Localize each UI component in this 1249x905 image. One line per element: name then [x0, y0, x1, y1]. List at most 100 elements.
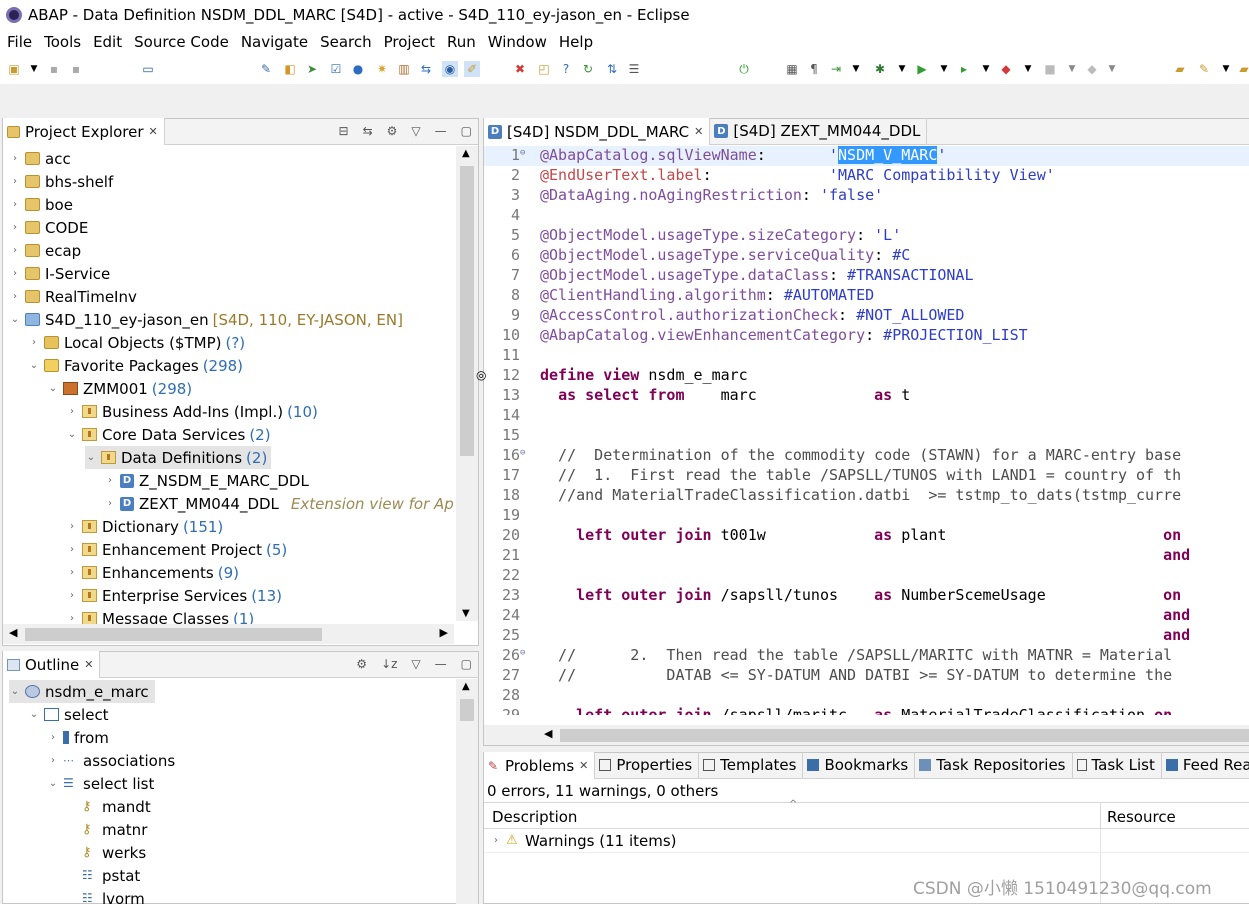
list-icon[interactable]: ☰	[626, 61, 642, 77]
terminate-icon[interactable]: ■	[1042, 61, 1058, 77]
horizontal-scrollbar[interactable]: ◀ ▶	[3, 624, 454, 644]
chevron-right-icon[interactable]: ›	[9, 222, 21, 233]
tab-task-repositories[interactable]: Task Repositories	[915, 752, 1072, 778]
chevron-down-icon[interactable]: ⌄	[9, 686, 21, 697]
view-menu-icon[interactable]: ▽	[411, 657, 420, 671]
chevron-right-icon[interactable]: ›	[9, 199, 21, 210]
code-line[interactable]: 24 and	[484, 606, 1249, 626]
link-editor-icon[interactable]: ⇆	[363, 124, 373, 138]
tab-task-list[interactable]: Task List	[1073, 752, 1162, 778]
tree-item-boe[interactable]: ›boe	[9, 193, 73, 216]
tab-bookmarks[interactable]: Bookmarks	[803, 752, 915, 778]
code-line[interactable]: 29 left outer join /sapsll/maritc as Mat…	[484, 706, 1249, 715]
code-line[interactable]: 21 and	[484, 546, 1249, 566]
chevron-right-icon[interactable]: ›	[66, 613, 78, 624]
tab-nsdm-ddl-marc[interactable]: D [S4D] NSDM_DDL_MARC ✕	[484, 118, 710, 145]
outline-item-field[interactable]: ☷pstat	[82, 864, 140, 887]
menu-search[interactable]: Search	[320, 33, 372, 51]
menu-window[interactable]: Window	[488, 33, 547, 51]
menu-navigate[interactable]: Navigate	[241, 33, 308, 51]
wizard-icon[interactable]: ✷	[374, 61, 390, 77]
open-folder-icon[interactable]: ▰	[1172, 61, 1188, 77]
warnings-group-row[interactable]: ›⚠Warnings (11 items)	[490, 829, 677, 852]
stop-external-icon[interactable]: ◆	[998, 61, 1014, 77]
close-icon[interactable]: ✕	[84, 658, 93, 671]
step-icon[interactable]: ⇥	[828, 61, 844, 77]
code-line[interactable]: 2@EndUserText.label: 'MARC Compatibility…	[484, 166, 1249, 186]
tree-item-enhancements[interactable]: ›Enhancements(9)	[66, 561, 239, 584]
open-object-icon[interactable]: ◧	[282, 61, 298, 77]
scroll-thumb[interactable]	[460, 166, 474, 456]
console-icon[interactable]: ▦	[784, 61, 800, 77]
code-line[interactable]: 6@ObjectModel.usageType.serviceQuality: …	[484, 246, 1249, 266]
check-icon[interactable]: ☑	[328, 61, 344, 77]
outline-item-field[interactable]: ⚷werks	[82, 841, 146, 864]
outline-item-field[interactable]: ⚷mandt	[82, 795, 151, 818]
fold-toggle-icon[interactable]: ⊖	[520, 448, 530, 458]
tree-item-z-nsdm-e-marc-ddl[interactable]: ›DZ_NSDM_E_MARC_DDL	[104, 469, 309, 492]
tree-item-zmm001[interactable]: ⌄ZMM001(298)	[47, 377, 192, 400]
tree-item-acc[interactable]: ›acc	[9, 147, 71, 170]
scroll-up-icon[interactable]: ▲	[462, 681, 470, 692]
close-icon[interactable]: ✕	[579, 759, 588, 772]
chevron-down-icon[interactable]: ⌄	[28, 360, 40, 371]
maximize-icon[interactable]: ▢	[461, 124, 472, 138]
tree-item-favorite-packages[interactable]: ⌄Favorite Packages(298)	[28, 354, 243, 377]
help-icon[interactable]: ?	[558, 61, 574, 77]
chevron-right-icon[interactable]: ›	[9, 268, 21, 279]
dropdown-arrow-icon[interactable]: ▼	[978, 61, 994, 77]
code-line[interactable]: 17 // 1. First read the table /SAPSLL/TU…	[484, 466, 1249, 486]
maximize-icon[interactable]: ▢	[461, 657, 472, 671]
format-icon[interactable]: ¶	[806, 61, 822, 77]
scroll-left-icon[interactable]: ◀	[544, 727, 552, 740]
dropdown-arrow-icon[interactable]: ▼	[1020, 61, 1036, 77]
scroll-left-icon[interactable]: ◀	[9, 626, 17, 639]
refresh-icon[interactable]: ↻	[580, 61, 596, 77]
code-line[interactable]: 26⊖ // 2. Then read the table /SAPSLL/MA…	[484, 646, 1249, 666]
tree-item-dictionary[interactable]: ›Dictionary(151)	[66, 515, 223, 538]
monitor-icon[interactable]: ▭	[140, 61, 156, 77]
chevron-right-icon[interactable]: ›	[490, 835, 502, 846]
properties-icon[interactable]: ◰	[536, 61, 552, 77]
scroll-thumb[interactable]	[25, 628, 322, 641]
code-line[interactable]: 20 left outer join t001w as plant on	[484, 526, 1249, 546]
chevron-down-icon[interactable]: ⌄	[66, 429, 78, 440]
transport-icon[interactable]: ▥	[396, 61, 412, 77]
scroll-down-icon[interactable]: ▼	[462, 608, 470, 619]
chevron-right-icon[interactable]: ›	[47, 732, 59, 743]
chevron-right-icon[interactable]: ›	[66, 544, 78, 555]
code-line[interactable]: 13 as select from marc as t	[484, 386, 1249, 406]
annotation-icon[interactable]: ◉	[442, 61, 458, 77]
code-line[interactable]: 23 left outer join /sapsll/tunos as Numb…	[484, 586, 1249, 606]
tree-item-realtimeinv[interactable]: ›RealTimeInv	[9, 285, 137, 308]
filter-icon[interactable]: ⚙	[387, 124, 398, 138]
chevron-down-icon[interactable]: ⌄	[9, 314, 21, 325]
scroll-thumb[interactable]	[560, 729, 1249, 742]
tree-item-enhancement-project[interactable]: ›Enhancement Project(5)	[66, 538, 287, 561]
code-line[interactable]: 12define view nsdm_e_marc	[484, 366, 1249, 386]
tab-properties[interactable]: Properties	[595, 752, 699, 778]
disconnect-icon[interactable]: ◆	[1084, 61, 1100, 77]
tab-problems[interactable]: ✎Problems✕	[484, 752, 595, 779]
tree-item-code[interactable]: ›CODE	[9, 216, 88, 239]
code-line[interactable]: 27 // DATAB <= SY-DATUM AND DATBI >= SY-…	[484, 666, 1249, 686]
tree-item-badi-impl[interactable]: ›Business Add-Ins (Impl.)(10)	[66, 400, 318, 423]
code-line[interactable]: 7@ObjectModel.usageType.dataClass: #TRAN…	[484, 266, 1249, 286]
outline-item-associations[interactable]: ›⋯associations	[47, 749, 175, 772]
tree-item-ecap[interactable]: ›ecap	[9, 239, 81, 262]
menu-run[interactable]: Run	[447, 33, 476, 51]
code-line[interactable]: 1⊖@AbapCatalog.sqlViewName: 'NSDM_V_MARC…	[484, 146, 1249, 166]
dropdown-arrow-icon[interactable]: ▼	[894, 61, 910, 77]
tab-zext-mm044-ddl[interactable]: D [S4D] ZEXT_MM044_DDL	[710, 118, 927, 144]
chevron-right-icon[interactable]: ›	[9, 245, 21, 256]
syntax-check-icon[interactable]: ●	[350, 61, 366, 77]
save-all-icon[interactable]: ▪	[68, 61, 84, 77]
chevron-right-icon[interactable]: ›	[104, 498, 116, 509]
tree-item-data-definitions[interactable]: ⌄Data Definitions(2)	[85, 446, 271, 469]
code-line[interactable]: 14	[484, 406, 1249, 426]
dropdown-arrow-icon[interactable]: ▼	[26, 61, 42, 77]
collapse-all-icon[interactable]: ⊟	[339, 124, 349, 138]
code-line[interactable]: 3@DataAging.noAgingRestriction: 'false'	[484, 186, 1249, 206]
scroll-thumb[interactable]	[460, 699, 474, 721]
activate-icon[interactable]: ➤	[304, 61, 320, 77]
